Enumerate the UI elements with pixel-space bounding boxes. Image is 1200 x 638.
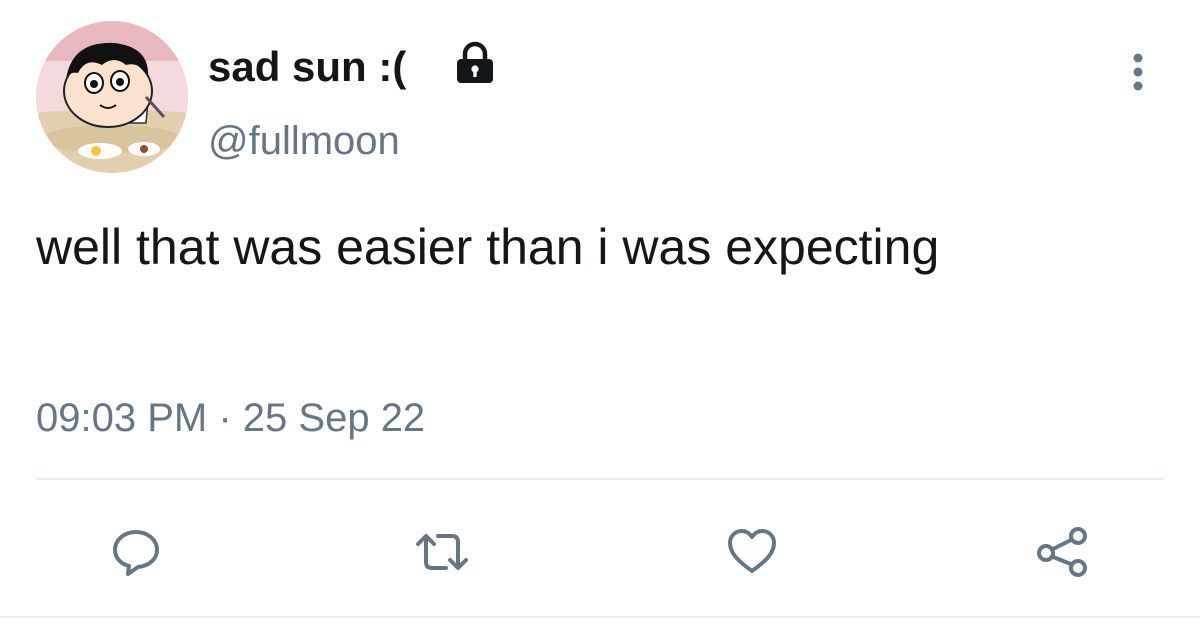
- more-options-icon[interactable]: [1124, 50, 1152, 94]
- lock-icon: [457, 41, 493, 83]
- reply-button[interactable]: [106, 522, 166, 582]
- speech-bubble-icon: [113, 530, 159, 576]
- share-button[interactable]: [1032, 522, 1092, 582]
- avatar-image: [36, 21, 188, 173]
- username-handle[interactable]: @fullmoon: [208, 116, 400, 166]
- display-name[interactable]: sad sun :(: [208, 42, 406, 92]
- meta-separator: ·: [218, 396, 232, 440]
- tweet-timestamp[interactable]: 09:03 PM · 25 Sep 22: [36, 392, 425, 444]
- divider: [36, 478, 1164, 480]
- heart-icon: [728, 529, 776, 573]
- tweet-time: 09:03 PM: [36, 396, 208, 440]
- retweet-button[interactable]: [412, 522, 472, 582]
- retweet-arrows-icon: [416, 534, 468, 570]
- avatar[interactable]: [36, 21, 188, 173]
- tweet-text: well that was easier than i was expectin…: [36, 219, 940, 275]
- like-button[interactable]: [722, 522, 782, 582]
- bottom-border: [0, 616, 1200, 618]
- share-nodes-icon: [1037, 527, 1087, 577]
- tweet-date: 25 Sep 22: [242, 396, 426, 440]
